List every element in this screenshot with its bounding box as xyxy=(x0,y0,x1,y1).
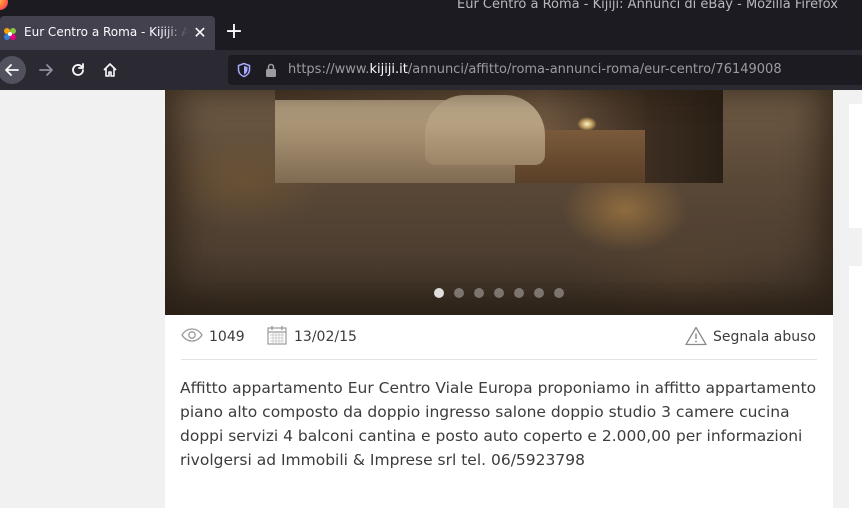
report-abuse-link[interactable]: Segnala abuso xyxy=(713,329,816,345)
eye-icon xyxy=(181,328,203,342)
gallery-dot[interactable] xyxy=(554,288,564,298)
photo-gallery[interactable] xyxy=(165,90,833,315)
gallery-dot[interactable] xyxy=(534,288,544,298)
reload-button[interactable] xyxy=(64,56,92,84)
gallery-dot[interactable] xyxy=(514,288,524,298)
url-text[interactable]: https://www.kijiji.it/annunci/affitto/ro… xyxy=(288,62,782,77)
listing-description: Affitto appartamento Eur Centro Viale Eu… xyxy=(180,379,817,469)
new-tab-button[interactable]: + xyxy=(224,21,244,43)
home-icon xyxy=(103,63,117,77)
page-content: 1049 13/02/15 Segnala abuso Affitto appa… xyxy=(0,90,862,508)
sidebar-panel-lower xyxy=(849,266,862,508)
url-prefix: https://www. xyxy=(288,62,370,77)
lock-icon[interactable] xyxy=(264,62,278,78)
forward-button[interactable] xyxy=(32,56,60,84)
tab-title: Eur Centro a Roma - Kijiji: Annunci di e… xyxy=(24,25,188,39)
arrow-right-icon xyxy=(39,64,53,76)
views-count: 1049 xyxy=(209,329,245,345)
reload-icon xyxy=(72,63,84,76)
kijiji-favicon-icon xyxy=(4,28,16,40)
gallery-dot[interactable] xyxy=(454,288,464,298)
window-titlebar: Eur Centro a Roma - Kijiji: Annunci di e… xyxy=(0,0,862,14)
gallery-dot[interactable] xyxy=(494,288,504,298)
listing-card: 1049 13/02/15 Segnala abuso Affitto appa… xyxy=(165,90,833,508)
home-button[interactable] xyxy=(96,56,124,84)
gallery-vignette xyxy=(165,90,833,315)
firefox-icon xyxy=(0,0,8,10)
tab-bar: Eur Centro a Roma - Kijiji: Annunci di e… xyxy=(0,14,862,50)
tab-active[interactable]: Eur Centro a Roma - Kijiji: Annunci di e… xyxy=(0,16,215,50)
gallery-dot[interactable] xyxy=(474,288,484,298)
back-button[interactable] xyxy=(0,56,26,84)
calendar-icon xyxy=(267,326,287,345)
gallery-dot[interactable] xyxy=(434,288,444,298)
url-host: kijiji.it xyxy=(369,62,408,77)
sidebar-panel xyxy=(849,104,862,228)
gallery-pagination xyxy=(434,288,564,298)
window-title: Eur Centro a Roma - Kijiji: Annunci di e… xyxy=(457,0,838,12)
arrow-left-icon xyxy=(5,64,19,76)
listing-meta: 1049 13/02/15 Segnala abuso xyxy=(181,324,817,360)
tracking-protection-shield-icon[interactable] xyxy=(236,62,252,78)
warning-icon[interactable] xyxy=(685,326,707,346)
navigation-toolbar: https://www.kijiji.it/annunci/affitto/ro… xyxy=(0,50,862,90)
close-icon[interactable]: ✕ xyxy=(192,25,208,41)
url-path: /annunci/affitto/roma-annunci-roma/eur-c… xyxy=(407,62,782,77)
url-bar[interactable]: https://www.kijiji.it/annunci/affitto/ro… xyxy=(228,55,862,85)
posted-date: 13/02/15 xyxy=(294,329,357,345)
